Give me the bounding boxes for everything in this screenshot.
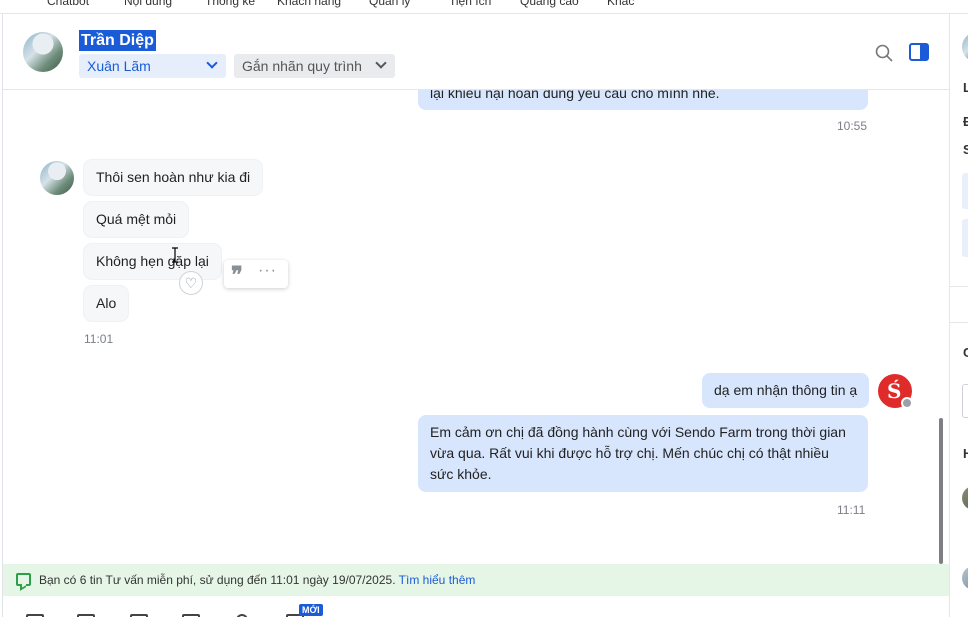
incoming-message[interactable]: Không hẹn gặp lại — [84, 244, 221, 279]
toggle-side-panel-icon[interactable] — [909, 43, 929, 61]
message-hover-toolbar: ❞ ··· — [224, 260, 288, 288]
message-text: Quá mệt mỏi — [96, 211, 177, 227]
outgoing-message[interactable]: dạ em nhận thông tin ạ — [702, 373, 870, 408]
sendo-logo-icon: Ś — [887, 379, 902, 403]
contact-name[interactable]: Trần Diệp — [79, 30, 156, 51]
chevron-down-icon — [375, 57, 387, 69]
nav-item-manage[interactable]: Quản lý — [369, 0, 410, 8]
message-icon — [16, 573, 31, 586]
message-text: Không hẹn gặp lại — [96, 253, 209, 269]
profile-avatar[interactable] — [962, 32, 968, 62]
panel-divider — [950, 322, 968, 323]
incoming-message[interactable]: Thôi sen hoàn như kia đi — [84, 160, 263, 195]
text-cursor-icon — [172, 247, 178, 263]
nav-item-chatbot[interactable]: Chatbot — [47, 0, 89, 8]
page-avatar[interactable]: Ś — [878, 374, 913, 409]
notice-text: Bạn có 6 tin Tư vấn miễn phí, sử dụng đế… — [39, 573, 396, 587]
panel-label: S — [963, 142, 968, 157]
panel-field[interactable] — [962, 173, 968, 209]
message-text: lại khiếu nại hoàn đúng yêu cầu cho mình… — [430, 90, 720, 101]
contact-avatar[interactable] — [23, 32, 63, 72]
right-info-panel: L Đ S C H — [949, 14, 968, 617]
panel-divider — [950, 286, 968, 287]
outgoing-message[interactable]: Em cảm ơn chị đã đồng hành cùng với Send… — [418, 415, 868, 492]
nav-item-more[interactable]: Khác — [607, 0, 634, 8]
incoming-message[interactable]: Alo — [84, 286, 129, 321]
message-time: 11:01 — [84, 332, 114, 346]
message-time: 10:55 — [837, 119, 868, 133]
panel-input[interactable] — [962, 384, 968, 418]
process-tag-dropdown[interactable]: Gắn nhãn quy trình — [234, 54, 395, 78]
message-text: Thôi sen hoàn như kia đi — [96, 169, 251, 185]
outgoing-message[interactable]: lại khiếu nại hoàn đúng yêu cầu cho mình… — [418, 90, 868, 110]
chevron-down-icon — [206, 57, 218, 69]
message-time: 11:11 — [837, 503, 866, 517]
assignee-label: Xuân Lãm — [87, 58, 151, 74]
assignee-dropdown[interactable]: Xuân Lãm — [79, 54, 226, 78]
free-consult-notice: Bạn có 6 tin Tư vấn miễn phí, sử dụng đế… — [3, 564, 949, 596]
panel-label: C — [963, 345, 968, 360]
nav-item-utilities[interactable]: Tiện ích — [449, 0, 491, 8]
top-navigation: Chatbot Nội dung Thống kê Khách hàng Quả… — [0, 0, 968, 14]
panel-label: H — [963, 446, 968, 461]
agent-avatar[interactable] — [962, 486, 968, 510]
panel-label: Đ — [963, 114, 968, 129]
message-list[interactable]: lại khiếu nại hoàn đúng yêu cầu cho mình… — [3, 90, 949, 564]
incoming-message[interactable]: Quá mệt mỏi — [84, 202, 189, 237]
nav-item-content[interactable]: Nội dung — [124, 0, 172, 8]
panel-label: L — [963, 80, 968, 95]
panel-field[interactable] — [962, 219, 968, 257]
nav-item-customers[interactable]: Khách hàng — [277, 0, 341, 8]
learn-more-link[interactable]: Tìm hiểu thêm — [399, 573, 476, 587]
message-text: dạ em nhận thông tin ạ — [714, 382, 858, 398]
contact-avatar[interactable] — [40, 161, 74, 195]
nav-item-ads[interactable]: Quảng cáo — [520, 0, 579, 8]
more-options-icon[interactable]: ··· — [258, 262, 277, 280]
message-text: Em cảm ơn chị đã đồng hành cùng với Send… — [430, 424, 846, 482]
chat-scrollbar[interactable] — [939, 418, 943, 564]
composer-toolbar: MỚI — [3, 596, 949, 617]
reaction-heart-icon[interactable]: ♡ — [179, 271, 203, 295]
message-text: Alo — [96, 295, 117, 311]
process-tag-label: Gắn nhãn quy trình — [242, 58, 362, 74]
agent-avatar[interactable] — [962, 566, 968, 590]
nav-item-stats[interactable]: Thống kê — [205, 0, 255, 8]
new-badge: MỚI — [299, 604, 323, 616]
conversation-header: Trần Diệp Xuân Lãm Gắn nhãn quy trình — [3, 14, 949, 90]
status-dot — [901, 397, 913, 409]
search-icon[interactable] — [875, 44, 893, 62]
quote-icon[interactable]: ❞ — [231, 262, 243, 288]
